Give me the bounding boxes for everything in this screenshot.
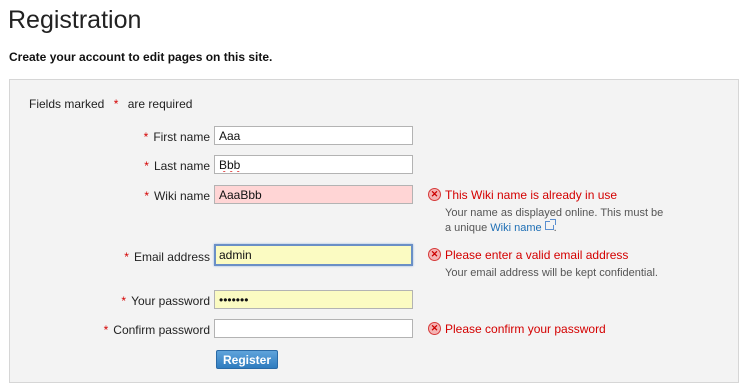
external-link-icon: [544, 219, 556, 230]
email-label: * Email address: [124, 250, 210, 264]
last-name-input[interactable]: [214, 155, 413, 174]
error-x-icon: ✕: [428, 322, 441, 335]
registration-form: Fields marked * are required * First name…: [9, 79, 739, 383]
wiki-name-hint: Your name as displayed online. This must…: [445, 206, 663, 236]
first-name-label: * First name: [144, 130, 210, 144]
required-marker: *: [124, 250, 129, 264]
password-label-text: Your password: [131, 294, 210, 308]
confirm-password-error: Please confirm your password: [445, 322, 606, 336]
required-marker: *: [121, 294, 127, 308]
password-label: * Your password: [121, 294, 210, 308]
wiki-name-link-text: Wiki name: [490, 222, 542, 234]
required-marker: *: [144, 189, 149, 203]
register-button[interactable]: Register: [216, 350, 279, 369]
confirm-password-label: * Confirm password: [104, 323, 210, 337]
confirm-password-label-text: Confirm password: [113, 323, 210, 337]
intro-text: Create your account to edit pages on thi…: [9, 50, 273, 64]
wiki-name-hint-prefix: a unique: [445, 222, 488, 234]
error-x-icon: ✕: [428, 248, 441, 261]
required-note-prefix: Fields marked: [29, 97, 105, 111]
required-note-suffix: are required: [127, 97, 193, 111]
wiki-name-label: * Wiki name: [144, 189, 210, 203]
required-marker: *: [103, 323, 109, 337]
required-fields-note: Fields marked * are required: [29, 97, 192, 111]
page-title: Registration: [8, 6, 142, 34]
email-input[interactable]: [214, 244, 413, 266]
wiki-name-label-text: Wiki name: [153, 189, 210, 203]
error-x-icon: ✕: [428, 188, 441, 201]
email-hint: Your email address will be kept confiden…: [445, 267, 658, 279]
wiki-name-error: This Wiki name is already in use: [445, 188, 618, 202]
last-name-label: * Last name: [144, 159, 210, 173]
wiki-name-hint-line2: a unique Wiki name.: [445, 219, 663, 236]
wiki-name-input[interactable]: [214, 185, 413, 204]
email-label-text: Email address: [133, 250, 210, 264]
confirm-password-input[interactable]: [214, 319, 413, 338]
required-marker: *: [144, 159, 149, 173]
first-name-label-text: First name: [153, 130, 210, 144]
required-marker: *: [143, 130, 149, 144]
required-marker: *: [113, 97, 119, 111]
last-name-label-text: Last name: [153, 159, 210, 173]
wiki-name-link[interactable]: Wiki name: [490, 219, 556, 234]
password-input[interactable]: [214, 290, 413, 309]
email-error: Please enter a valid email address: [445, 248, 629, 262]
first-name-input[interactable]: [214, 126, 413, 145]
